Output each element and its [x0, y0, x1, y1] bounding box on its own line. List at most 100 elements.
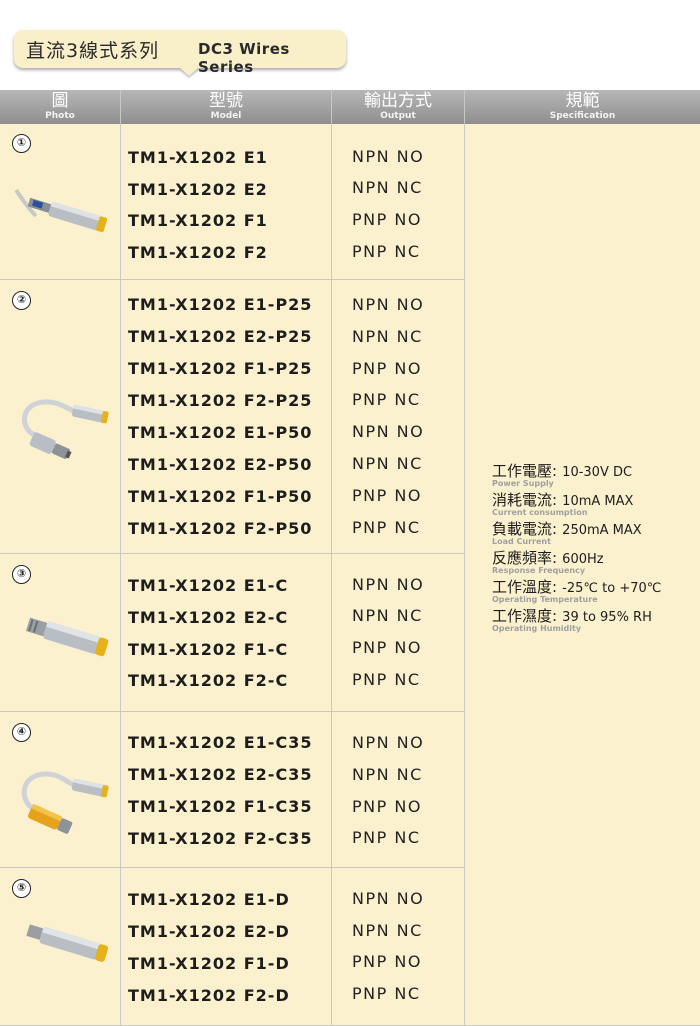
output-type: PNP NC — [352, 518, 421, 537]
spec-operating-temperature: 工作溫度: -25℃ to +70℃ Operating Temperature — [492, 578, 662, 604]
series-title-en: DC3 Wires Series — [198, 40, 290, 76]
header-model-en: Model — [210, 111, 242, 121]
spec-label-en: Operating Humidity — [492, 624, 582, 633]
sensor-threaded-photo — [26, 924, 109, 962]
model-name: TM1-X1202 F1-D — [128, 954, 290, 973]
header-spec-en: Specification — [549, 111, 616, 121]
model-name: TM1-X1202 E2-C35 — [128, 765, 313, 784]
spec-current-consumption: 消耗電流: 10mA MAX Current consumption — [492, 491, 634, 517]
model-name: TM1-X1202 F1 — [128, 211, 268, 230]
spec-label: 工作溫度 — [492, 578, 553, 596]
sensor-yellow-plug-photo — [21, 771, 109, 834]
group-number: ② — [12, 291, 31, 310]
series-title-zh: 直流3線式系列 — [26, 40, 160, 62]
spec-operating-humidity: 工作濕度: 39 to 95% RH Operating Humidity — [492, 607, 652, 633]
model-name: TM1-X1202 F2-C — [128, 671, 289, 690]
spec-label-en: Current consumption — [492, 508, 588, 517]
output-type: NPN NO — [352, 889, 425, 908]
output-type: NPN NC — [352, 921, 423, 940]
header-spec-zh: 規範 — [565, 91, 600, 111]
divider — [120, 90, 121, 1026]
output-type: NPN NO — [352, 575, 425, 594]
header-model: 型號 Model — [121, 90, 331, 124]
output-type: NPN NC — [352, 606, 423, 625]
model-name: TM1-X1202 F2-D — [128, 986, 290, 1005]
output-type: PNP NO — [352, 359, 422, 378]
spec-label-en: Power Supply — [492, 479, 554, 488]
spec-label: 工作濕度 — [492, 607, 553, 625]
divider — [0, 553, 464, 554]
output-type: PNP NO — [352, 486, 422, 505]
divider — [0, 867, 464, 868]
group-number: ⑤ — [12, 879, 31, 898]
spec-label: 負載電流 — [492, 520, 553, 538]
spec-value: 39 to 95% RH — [562, 610, 652, 625]
output-type: PNP NC — [352, 390, 421, 409]
header-photo-en: Photo — [45, 111, 75, 121]
spec-value: 10mA MAX — [562, 494, 634, 509]
model-name: TM1-X1202 F1-C35 — [128, 797, 313, 816]
header-output: 輸出方式 Output — [332, 90, 464, 124]
model-name: TM1-X1202 E1-C — [128, 576, 289, 595]
output-type: PNP NC — [352, 242, 421, 261]
divider — [331, 90, 332, 1026]
output-type: NPN NO — [352, 295, 425, 314]
divider — [464, 90, 465, 1026]
spec-label-en: Operating Temperature — [492, 595, 598, 604]
group-number: ① — [12, 134, 31, 153]
sensor-connector-photo — [25, 617, 109, 657]
output-type: NPN NC — [352, 454, 423, 473]
header-output-en: Output — [380, 111, 416, 121]
header-output-zh: 輸出方式 — [364, 91, 432, 111]
model-name: TM1-X1202 F2-P50 — [128, 519, 313, 538]
spec-response-frequency: 反應頻率: 600Hz Response Frequency — [492, 549, 604, 575]
spec-label: 反應頻率 — [492, 549, 553, 567]
title-pointer — [180, 68, 198, 76]
model-name: TM1-X1202 F2 — [128, 243, 268, 262]
spec-label: 消耗電流 — [492, 491, 553, 509]
output-type: PNP NO — [352, 797, 422, 816]
group-number: ③ — [12, 565, 31, 584]
output-type: NPN NO — [352, 422, 425, 441]
output-type: PNP NO — [352, 638, 422, 657]
header-photo-zh: 圖 — [51, 91, 69, 111]
model-name: TM1-X1202 F2-P25 — [128, 391, 313, 410]
model-name: TM1-X1202 E2-P25 — [128, 327, 313, 346]
spec-label-en: Response Frequency — [492, 566, 586, 575]
model-name: TM1-X1202 E2-P50 — [128, 455, 313, 474]
spec-label: 工作電壓 — [492, 462, 553, 480]
model-name: TM1-X1202 E1-D — [128, 890, 290, 909]
spec-value: -25℃ to +70℃ — [562, 581, 662, 596]
model-name: TM1-X1202 E1 — [128, 148, 268, 167]
divider — [0, 711, 464, 712]
spec-label-en: Load Current — [492, 537, 551, 546]
output-type: NPN NO — [352, 733, 425, 752]
output-type: PNP NC — [352, 984, 421, 1003]
header-model-zh: 型號 — [209, 91, 243, 111]
sensor-cable-photo — [14, 188, 108, 233]
spec-value: 250mA MAX — [562, 523, 642, 538]
output-type: PNP NC — [352, 828, 421, 847]
spec-value: 600Hz — [562, 552, 604, 567]
output-type: NPN NO — [352, 147, 425, 166]
group-number: ④ — [12, 723, 31, 742]
model-name: TM1-X1202 F1-P50 — [128, 487, 313, 506]
model-name: TM1-X1202 F1-C — [128, 640, 289, 659]
output-type: NPN NC — [352, 765, 423, 784]
model-name: TM1-X1202 E1-P50 — [128, 423, 313, 442]
output-type: PNP NO — [352, 952, 422, 971]
model-name: TM1-X1202 E1-C35 — [128, 733, 313, 752]
product-table: 圖 Photo 型號 Model 輸出方式 Output 規範 Specific… — [0, 90, 700, 1026]
spec-value: 10-30V DC — [562, 465, 633, 480]
model-name: TM1-X1202 E2-D — [128, 922, 290, 941]
model-name: TM1-X1202 E2 — [128, 180, 268, 199]
output-type: NPN NC — [352, 178, 423, 197]
output-type: PNP NC — [352, 670, 421, 689]
header-photo: 圖 Photo — [0, 90, 120, 124]
header-spec: 規範 Specification — [465, 90, 700, 124]
divider — [0, 279, 464, 280]
model-name: TM1-X1202 F1-P25 — [128, 359, 313, 378]
model-name: TM1-X1202 F2-C35 — [128, 829, 313, 848]
output-type: NPN NC — [352, 327, 423, 346]
model-name: TM1-X1202 E1-P25 — [128, 295, 313, 314]
